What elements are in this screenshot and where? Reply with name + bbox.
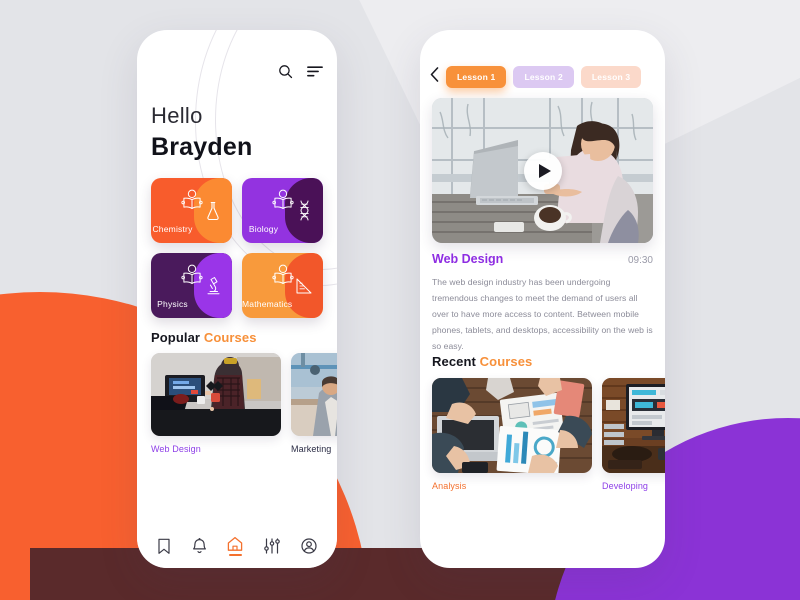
subject-label: Physics bbox=[157, 299, 188, 309]
popular-courses-title: Popular Courses bbox=[151, 330, 257, 345]
recent-title-part2: Courses bbox=[479, 354, 533, 369]
course-name: Analysis bbox=[432, 481, 467, 491]
course-thumbnail bbox=[151, 353, 281, 436]
subject-label: Biology bbox=[248, 224, 279, 234]
lesson-video-player[interactable] bbox=[432, 98, 653, 243]
dna-icon bbox=[299, 200, 309, 221]
greeting-name: Brayden bbox=[151, 132, 253, 161]
nav-item-home[interactable] bbox=[227, 536, 243, 556]
course-thumbnail bbox=[291, 353, 337, 436]
course-card-marketing[interactable]: Marketing bbox=[291, 353, 337, 454]
search-icon[interactable] bbox=[278, 64, 293, 79]
subject-label: Chemistry bbox=[152, 224, 193, 234]
subject-card-mathematics[interactable]: Mathematics bbox=[242, 253, 323, 318]
reading-person-icon bbox=[178, 264, 205, 294]
nav-item-profile[interactable] bbox=[301, 538, 317, 554]
lesson-duration: 09:30 bbox=[627, 255, 653, 266]
home-header-icons bbox=[278, 64, 323, 79]
course-name: Web Design bbox=[151, 444, 201, 454]
bell-icon bbox=[192, 537, 206, 553]
recent-card-developing[interactable]: Developing bbox=[602, 378, 665, 491]
tab-lesson-3[interactable]: Lesson 3 bbox=[580, 66, 642, 88]
subject-grid: Chemistry Biology Physics Mathematics bbox=[151, 178, 323, 318]
greeting-hello: Hello bbox=[151, 103, 203, 128]
filter-icon[interactable] bbox=[307, 65, 323, 78]
play-icon[interactable] bbox=[523, 151, 562, 190]
nav-item-bookmark[interactable] bbox=[157, 538, 171, 555]
greeting-block: Hello Brayden bbox=[151, 102, 252, 163]
reading-person-icon bbox=[178, 189, 205, 219]
course-name: Marketing bbox=[291, 444, 332, 454]
nav-item-settings[interactable] bbox=[264, 538, 280, 554]
lesson-detail-phone: Lesson 1 Lesson 2 Lesson 3 Web Design 09… bbox=[420, 30, 665, 568]
sliders-icon bbox=[264, 538, 280, 554]
subject-card-chemistry[interactable]: Chemistry bbox=[151, 178, 232, 243]
profile-icon bbox=[301, 538, 317, 554]
bottom-navigation bbox=[137, 524, 337, 568]
reading-person-icon bbox=[269, 189, 296, 219]
recent-courses-title: Recent Courses bbox=[432, 354, 532, 369]
subject-label: Mathematics bbox=[242, 299, 293, 309]
course-thumbnail bbox=[432, 378, 592, 473]
background-bottom-band-orange bbox=[0, 548, 30, 600]
recent-title-part1: Recent bbox=[432, 354, 476, 369]
tab-lesson-2[interactable]: Lesson 2 bbox=[513, 66, 574, 88]
lesson-header: Web Design 09:30 bbox=[432, 252, 653, 266]
background-decoration bbox=[0, 0, 800, 600]
popular-title-part2: Courses bbox=[203, 330, 257, 345]
course-card-web-design[interactable]: Web Design bbox=[151, 353, 281, 454]
chevron-left-icon[interactable] bbox=[430, 67, 439, 87]
reading-person-icon bbox=[269, 264, 296, 294]
subject-card-biology[interactable]: Biology bbox=[242, 178, 323, 243]
ruler-triangle-icon bbox=[296, 278, 312, 293]
home-icon bbox=[228, 537, 243, 552]
nav-active-indicator bbox=[228, 554, 242, 556]
popular-title-part1: Popular bbox=[151, 330, 201, 345]
lesson-tabs-bar: Lesson 1 Lesson 2 Lesson 3 bbox=[430, 66, 655, 88]
bookmark-icon bbox=[158, 538, 170, 554]
recent-courses-row: Analysis Developing bbox=[432, 378, 665, 491]
course-thumbnail bbox=[602, 378, 665, 473]
popular-courses-row: Web Design Marketing bbox=[151, 353, 337, 454]
microscope-icon bbox=[207, 277, 220, 295]
nav-item-notifications[interactable] bbox=[192, 537, 207, 555]
recent-card-analysis[interactable]: Analysis bbox=[432, 378, 592, 491]
flask-icon bbox=[207, 201, 219, 220]
lesson-title: Web Design bbox=[432, 252, 504, 266]
course-name: Developing bbox=[602, 481, 649, 491]
home-screen-phone: Hello Brayden Chemistry Biology Physics … bbox=[137, 30, 337, 568]
lesson-description: The web design industry has been undergo… bbox=[432, 277, 653, 351]
tab-lesson-1[interactable]: Lesson 1 bbox=[446, 66, 507, 88]
subject-card-physics[interactable]: Physics bbox=[151, 253, 232, 318]
